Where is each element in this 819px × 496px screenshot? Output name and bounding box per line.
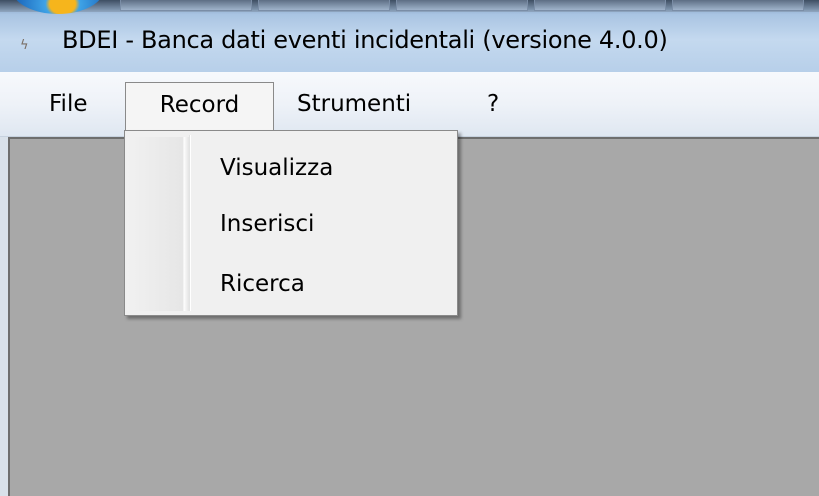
application-window: ϟ BDEI - Banca dati eventi incidentali (…: [0, 0, 819, 496]
app-icon[interactable]: ϟ: [20, 38, 36, 54]
taskbar-tabs: [120, 0, 819, 12]
menu-help[interactable]: ?: [487, 82, 499, 128]
menu-bar: File Record Strumenti ?: [0, 72, 819, 137]
menu-gutter-divider: [189, 135, 191, 311]
menu-item-visualizza[interactable]: Visualizza: [220, 148, 333, 188]
record-dropdown-menu: Visualizza Inserisci Ricerca: [124, 130, 458, 316]
window-border: [0, 137, 8, 496]
menu-file[interactable]: File: [49, 82, 88, 128]
taskbar-strip: [0, 0, 819, 12]
menu-record[interactable]: Record: [125, 82, 274, 134]
title-bar[interactable]: ϟ BDEI - Banca dati eventi incidentali (…: [0, 0, 819, 72]
taskbar-tab[interactable]: [534, 0, 666, 11]
taskbar-tab[interactable]: [396, 0, 528, 11]
menu-icon-gutter: [127, 137, 189, 311]
menu-item-inserisci[interactable]: Inserisci: [220, 204, 314, 244]
taskbar-tab[interactable]: [120, 0, 252, 11]
menu-item-ricerca[interactable]: Ricerca: [220, 264, 305, 304]
window-title: BDEI - Banca dati eventi incidentali (ve…: [62, 26, 668, 54]
taskbar-tab[interactable]: [258, 0, 390, 11]
menu-strumenti[interactable]: Strumenti: [297, 82, 411, 128]
taskbar-tab[interactable]: [672, 0, 804, 11]
